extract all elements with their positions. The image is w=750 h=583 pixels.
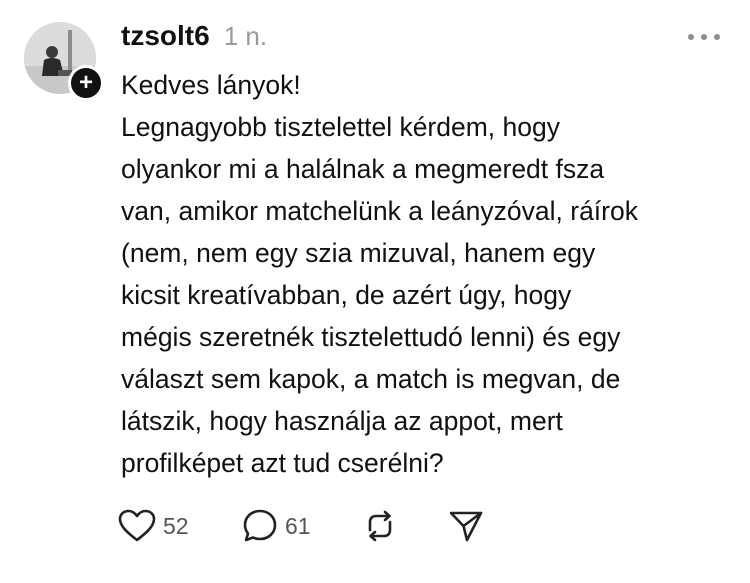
post-time: 1 n.: [223, 21, 268, 51]
post-body: Kedves lányok! Legnagyobb tisztelettel k…: [121, 64, 733, 484]
share-send-icon: [449, 511, 483, 542]
post-greeting: Kedves lányok!: [121, 70, 301, 100]
username[interactable]: tzsolt6: [121, 20, 210, 52]
repost-button[interactable]: [362, 504, 398, 548]
post-header: tzsolt6 1 n.: [121, 20, 267, 60]
avatar-container[interactable]: +: [24, 22, 104, 101]
reply-count: 61: [285, 512, 311, 539]
repost-icon: [368, 510, 392, 542]
plus-icon: +: [78, 69, 93, 96]
thread-post: + tzsolt6 1 n. Kedves lányok! Legnagyobb…: [0, 0, 750, 583]
more-dots-icon[interactable]: [688, 34, 720, 44]
share-button[interactable]: [448, 504, 484, 548]
post-text: Legnagyobb tisztelettel kérdem, hogy oly…: [121, 112, 638, 478]
follow-plus-icon[interactable]: +: [68, 65, 104, 101]
like-count: 52: [163, 512, 189, 539]
comment-icon: [243, 509, 277, 542]
dot: [701, 34, 707, 40]
dot: [714, 34, 720, 40]
dot: [688, 34, 694, 40]
reply-button[interactable]: 61: [242, 504, 311, 548]
heart-icon: [118, 509, 156, 542]
like-button[interactable]: 52: [118, 504, 189, 548]
